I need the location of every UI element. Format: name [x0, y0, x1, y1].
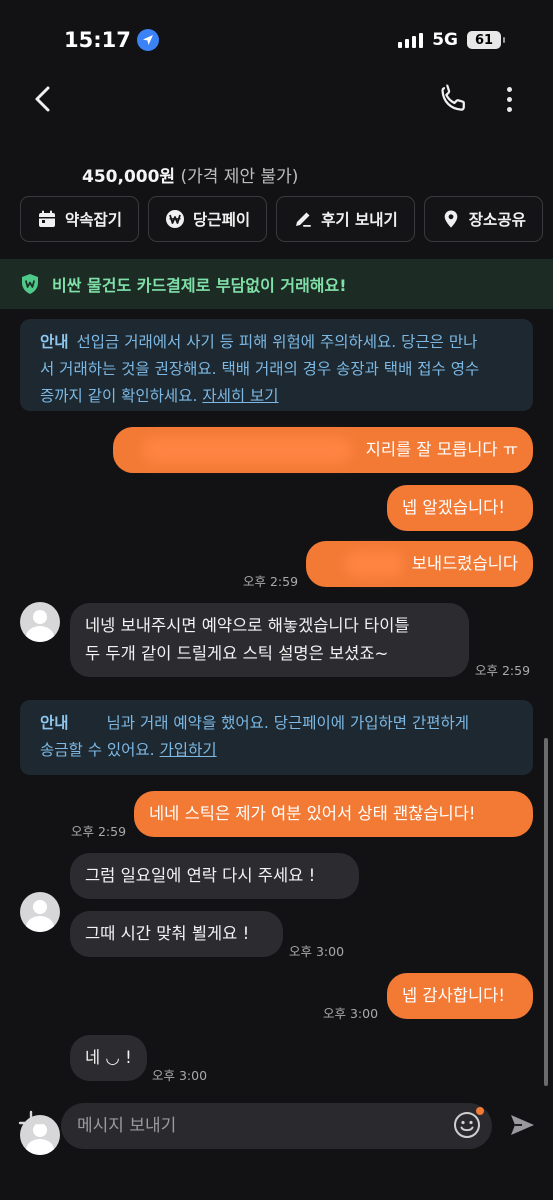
- more-dot: [506, 106, 512, 112]
- message-time: 오후 2:59: [475, 663, 531, 678]
- status-time: 15:17: [64, 28, 159, 52]
- message-bubble-theirs[interactable]: 그때 시간 맞춰 뵐게요 !: [70, 911, 283, 957]
- pencil-icon: [293, 209, 313, 229]
- notice-box: 안내 님과 거래 예약을 했어요. 당근페이에 가입하면 간편하게 송금할 수 있…: [20, 700, 533, 775]
- appointment-button[interactable]: 약속잡기: [20, 196, 140, 242]
- message-time: 오후 3:00: [323, 1006, 379, 1021]
- call-button[interactable]: [437, 82, 471, 116]
- won-icon: [165, 209, 185, 229]
- notice-text: 송금할 수 있어요.: [40, 741, 155, 759]
- chip-label: 후기 보내기: [321, 211, 398, 229]
- message-text: 그럼 일요일에 연락 다시 주세요 !: [85, 866, 316, 885]
- message-time: 오후 2:59: [243, 574, 299, 589]
- message-text: 네네 스틱은 제가 여분 있어서 상태 괜찮습니다!: [149, 804, 476, 823]
- back-button[interactable]: [28, 80, 60, 120]
- battery-level: 61: [474, 32, 494, 48]
- new-indicator-dot: [476, 1107, 484, 1115]
- notice-line: 증까지 같이 확인하세요. 자세히 보기: [40, 383, 513, 410]
- card-payment-banner[interactable]: 비싼 물건도 카드결제로 부담없이 거래해요!: [0, 259, 553, 309]
- message-bubble-mine[interactable]: 지리를 잘 모릅니다 ㅠ: [113, 427, 533, 473]
- karrot-pay-button[interactable]: 당근페이: [148, 196, 268, 242]
- redacted-text: [343, 551, 404, 577]
- chip-label: 장소공유: [468, 211, 526, 229]
- message-text: 지리를 잘 모릅니다 ㅠ: [365, 440, 518, 459]
- redacted-text: [141, 437, 352, 463]
- message-text: 넵 알겠습니다!: [402, 498, 505, 517]
- plus-icon: [18, 1110, 44, 1136]
- scrollbar[interactable]: [544, 738, 548, 1086]
- notice-text: 님과 거래 예약을 했어요. 당근페이에 가입하면 간편하게: [106, 714, 470, 732]
- notice-label: 안내: [40, 333, 69, 351]
- notice-text: 선입금 거래에서 사기 등 피해 위험에 주의하세요. 당근은 만나: [76, 333, 478, 351]
- chip-label: 당근페이: [193, 211, 251, 229]
- notice-box: 안내 선입금 거래에서 사기 등 피해 위험에 주의하세요. 당근은 만나 서 거…: [20, 319, 533, 411]
- price-row: 450,000원 (가격 제안 불가): [82, 162, 298, 187]
- message-time: 오후 2:59: [71, 824, 127, 839]
- signup-link[interactable]: 가입하기: [160, 741, 217, 759]
- message-bubble-mine[interactable]: 넵 감사합니다!: [387, 973, 533, 1019]
- message-text: 두 두개 같이 드릴게요 스틱 설명은 보셨죠~: [85, 644, 389, 663]
- notice-line: 안내 님과 거래 예약을 했어요. 당근페이에 가입하면 간편하게: [40, 710, 513, 737]
- details-link[interactable]: 자세히 보기: [202, 387, 278, 405]
- more-options-button[interactable]: [498, 82, 520, 116]
- chip-label: 약속잡기: [65, 211, 123, 229]
- notice-line: 송금할 수 있어요. 가입하기: [40, 737, 513, 764]
- phone-icon: [441, 84, 465, 111]
- message-time: 오후 3:00: [289, 944, 345, 959]
- location-pin-icon: [441, 209, 461, 229]
- send-button[interactable]: [507, 1110, 537, 1140]
- message-bubble-theirs[interactable]: 네넹 보내주시면 예약으로 해놓겠습니다 타이틀 두 두개 같이 드릴게요 스틱…: [70, 603, 469, 677]
- shield-won-icon: [22, 274, 38, 294]
- chevron-left-icon: [35, 86, 50, 112]
- avatar[interactable]: [20, 602, 60, 642]
- clock-text: 15:17: [64, 28, 131, 52]
- banner-text: 비싼 물건도 카드결제로 부담없이 거래해요!: [52, 276, 347, 295]
- share-location-button[interactable]: 장소공유: [423, 196, 543, 242]
- message-input[interactable]: [61, 1103, 492, 1149]
- notice-text: 증까지 같이 확인하세요.: [40, 387, 198, 405]
- notice-line: 안내 선입금 거래에서 사기 등 피해 위험에 주의하세요. 당근은 만나: [40, 329, 513, 356]
- message-bubble-theirs[interactable]: 네 ◡ !: [70, 1035, 147, 1081]
- message-bubble-mine[interactable]: 넵 알겠습니다!: [387, 485, 533, 531]
- more-dot: [506, 96, 512, 102]
- message-bubble-mine[interactable]: 보내드렸습니다: [306, 541, 533, 587]
- calendar-icon: [37, 209, 57, 229]
- price: 450,000원: [82, 167, 176, 187]
- message-text: 보내드렸습니다: [411, 554, 518, 573]
- network-type: 5G: [432, 30, 458, 50]
- action-chips: 약속잡기 당근페이 후기 보내기 장소공유: [20, 196, 543, 242]
- message-bubble-theirs[interactable]: 그럼 일요일에 연락 다시 주세요 !: [70, 853, 359, 899]
- send-icon: [511, 1115, 534, 1135]
- attach-button[interactable]: [16, 1108, 46, 1138]
- status-indicators: 5G 61: [398, 30, 505, 50]
- message-text: 네 ◡ !: [85, 1048, 132, 1067]
- notice-label: 안내: [40, 714, 69, 732]
- message-text: 그때 시간 맞춰 뵐게요 !: [85, 924, 250, 943]
- message-time: 오후 3:00: [152, 1068, 208, 1083]
- more-dot: [506, 86, 512, 92]
- notice-text: 서 거래하는 것을 권장해요. 택배 거래의 경우 송장과 택배 접수 영수: [40, 360, 480, 378]
- message-text: 넵 감사합니다!: [402, 986, 505, 1005]
- avatar[interactable]: [20, 892, 60, 932]
- send-review-button[interactable]: 후기 보내기: [276, 196, 415, 242]
- price-note: (가격 제안 불가): [180, 167, 299, 187]
- battery-icon: 61: [467, 31, 505, 49]
- location-arrow-icon: [136, 29, 159, 51]
- message-text: 네넹 보내주시면 예약으로 해놓겠습니다 타이틀: [85, 616, 410, 635]
- cellular-signal-icon: [398, 32, 424, 48]
- message-bubble-mine[interactable]: 네네 스틱은 제가 여분 있어서 상태 괜찮습니다!: [134, 791, 533, 837]
